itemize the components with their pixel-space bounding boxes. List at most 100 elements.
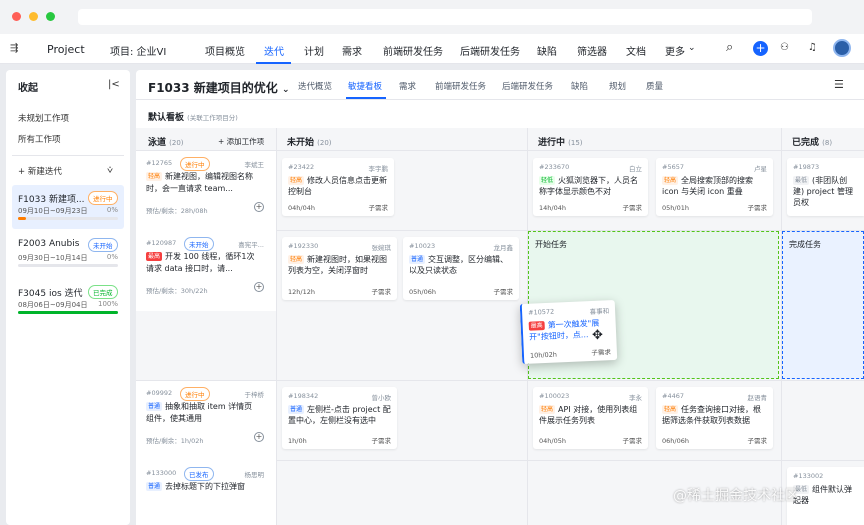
- swimlane-card[interactable]: #133000 已发布 杨思明 普通 去掉标题下的下拉弹窗: [136, 461, 276, 525]
- project-select[interactable]: 项目: 企业VI: [110, 43, 166, 58]
- nav-tab-docs[interactable]: 文档: [626, 43, 646, 58]
- nav-tab-filters[interactable]: 筛选器: [577, 43, 607, 58]
- add-subitem-icon[interactable]: +: [254, 202, 264, 212]
- iteration-item[interactable]: F3045 ios 迭代 已完成 08月06日~09月04日 100%: [12, 279, 124, 323]
- estimate-text: 1h/0h: [288, 437, 307, 445]
- priority-tag: 轻高: [662, 176, 679, 185]
- item-id: #12765: [146, 159, 173, 167]
- task-card[interactable]: #4467 赵语青 轻高 任务查询接口对接，根据筛选条件获取列表数据 06h/06h…: [656, 387, 773, 449]
- iteration-name: F2003 Anubis: [18, 239, 80, 249]
- search-icon[interactable]: ⌕: [726, 41, 733, 54]
- task-card[interactable]: #198342 曾小欧 普通 左侧栏-点击 project 配置中心，左侧栏没有选中…: [282, 387, 397, 449]
- drop-zone-finish[interactable]: 完成任务: [782, 231, 864, 379]
- plus-icon: +: [18, 167, 28, 177]
- swimlane-card[interactable]: #09992 进行中 于梓桥 普通 抽象和抽取 item 详情页组件，使其通用 预…: [136, 381, 276, 461]
- minimize-window-dot[interactable]: [29, 12, 38, 21]
- status-badge[interactable]: 未开始: [184, 237, 214, 251]
- iteration-item[interactable]: F2003 Anubis 未开始 09月30日~10月14日 0%: [12, 232, 124, 276]
- add-user-icon[interactable]: ⚇: [780, 42, 789, 54]
- nav-tab-frontend[interactable]: 前端研发任务: [383, 43, 443, 58]
- nav-tab-iteration[interactable]: 迭代: [264, 43, 284, 58]
- subtab-frontend[interactable]: 前端研发任务: [435, 80, 486, 92]
- list-view-icon[interactable]: ☰: [834, 79, 844, 91]
- owner-name: 白立: [629, 165, 642, 173]
- task-card[interactable]: #192330 张婉琪 轻高 新建视图时，如果视图列表为空，关闭浮窗时 12h/12…: [282, 237, 397, 300]
- priority-tag: 轻高: [146, 172, 163, 181]
- status-badge[interactable]: 进行中: [180, 157, 210, 171]
- status-badge: 未开始: [88, 238, 118, 252]
- status-badge: 进行中: [88, 191, 118, 205]
- nav-tab-more[interactable]: 更多: [665, 43, 685, 58]
- subtab-agile-board[interactable]: 敏捷看板: [348, 80, 382, 92]
- app-title: Project: [47, 43, 85, 56]
- item-id: #100023: [539, 392, 570, 400]
- nav-tab-requirements[interactable]: 需求: [342, 43, 362, 58]
- task-card[interactable]: #5657 卢星 轻高 全局搜索顶部的搜索 icon 与关闭 icon 重叠 05h…: [656, 158, 773, 216]
- progress-fill: [18, 311, 118, 314]
- owner-name: 张婉琪: [371, 244, 392, 252]
- add-subitem-icon[interactable]: +: [254, 282, 264, 292]
- task-card[interactable]: #19873 最低 (非团队创建) project 管理员权: [787, 158, 864, 216]
- item-type: 子需求: [747, 437, 768, 445]
- item-title: 新建视图，编辑视图名称时，会一直请求 team...: [146, 172, 254, 193]
- priority-tag: 最高: [146, 252, 163, 261]
- priority-tag: 轻高: [288, 176, 305, 185]
- menu-toggle-icon[interactable]: ⇶: [10, 43, 18, 55]
- address-bar[interactable]: [78, 9, 812, 25]
- item-type: 子需求: [371, 437, 392, 445]
- owner-name: 杨思明: [244, 471, 265, 479]
- status-badge[interactable]: 进行中: [180, 387, 210, 401]
- collapse-icon[interactable]: |<: [108, 79, 120, 91]
- page-title[interactable]: F1033 新建项目的优化 ⌄: [148, 79, 290, 96]
- swimlane-card[interactable]: #12765 进行中 李斌王 轻高 新建视图，编辑视图名称时，会一直请求 team…: [136, 151, 276, 231]
- chevron-down-icon: ⌄: [281, 85, 290, 95]
- item-id: #4467: [662, 392, 684, 400]
- filter-icon[interactable]: ⩒: [107, 165, 113, 177]
- item-id: #09992: [146, 389, 173, 397]
- iteration-sidebar: 收起 |< 未规划工作项 所有工作项 + 新建迭代 ⩒ F1033 新建项...…: [6, 70, 130, 525]
- subtab-backend[interactable]: 后端研发任务: [502, 80, 553, 92]
- chevron-down-icon: ⌄: [688, 43, 696, 53]
- status-badge[interactable]: 已发布: [184, 467, 214, 481]
- add-subitem-icon[interactable]: +: [254, 432, 264, 442]
- close-window-dot[interactable]: [12, 12, 21, 21]
- avatar[interactable]: [833, 39, 851, 57]
- nav-tab-backend[interactable]: 后端研发任务: [460, 43, 520, 58]
- item-id: #10023: [409, 242, 436, 250]
- item-id: #120987: [146, 239, 177, 247]
- item-title: 开发 100 线程，循环1次请求 data 接口时，请...: [146, 252, 255, 273]
- subtab-bugs[interactable]: 缺陷: [571, 80, 588, 92]
- task-card[interactable]: #23422 李宇鹏 轻高 修改人员信息点击更新控制台 04h/04h 子需求: [282, 158, 394, 216]
- maximize-window-dot[interactable]: [46, 12, 55, 21]
- task-card[interactable]: #10023 龙月鑫 普通 交互调整，区分编辑、以及只读状态 05h/06h 子需求: [403, 237, 519, 300]
- item-type: 子需求: [622, 204, 643, 212]
- new-iteration-button[interactable]: + 新建迭代: [18, 165, 62, 177]
- drop-zone-label: 完成任务: [789, 240, 821, 249]
- task-card[interactable]: #233670 白立 轻低 火狐浏览器下，人员名称字体显示颜色不对 14h/04h 子…: [533, 158, 648, 216]
- subtab-planning[interactable]: 规划: [609, 80, 626, 92]
- nav-tab-overview[interactable]: 项目概览: [205, 43, 245, 58]
- subtab-overview[interactable]: 迭代概览: [298, 80, 332, 92]
- column-count: (15): [568, 139, 583, 147]
- task-card[interactable]: #100023 李永 轻高 API 对接，使用列表组件展示任务列表 04h/05h 子…: [533, 387, 648, 449]
- column-label: 泳道: [148, 138, 167, 148]
- add-button[interactable]: +: [753, 41, 768, 56]
- status-badge: 已完成: [88, 285, 118, 299]
- column-head-in-progress: 进行中 (15): [530, 128, 583, 150]
- add-work-item-button[interactable]: + 添加工作项: [210, 128, 264, 150]
- subtab-quality[interactable]: 质量: [646, 80, 663, 92]
- sidebar-item-all[interactable]: 所有工作项: [18, 133, 61, 145]
- iteration-dates: 08月06日~09月04日: [18, 301, 88, 309]
- swimlane-card[interactable]: #120987 未开始 喜宪平... 最高 开发 100 线程，循环1次请求 da…: [136, 231, 276, 311]
- iteration-name: F3045 ios 迭代: [18, 289, 83, 299]
- subtab-requirements[interactable]: 需求: [399, 80, 416, 92]
- nav-tab-bugs[interactable]: 缺陷: [537, 43, 557, 58]
- priority-tag: 普通: [288, 405, 305, 414]
- estimate-text: 14h/04h: [539, 204, 566, 212]
- bell-icon[interactable]: ♫: [808, 42, 817, 54]
- iteration-item[interactable]: F1033 新建项... 进行中 09月10日~09月23日 0%: [12, 185, 124, 229]
- sidebar-title[interactable]: 收起: [18, 79, 38, 94]
- new-iteration-label: 新建迭代: [27, 167, 62, 177]
- nav-tab-plan[interactable]: 计划: [304, 43, 324, 58]
- sidebar-item-unplanned[interactable]: 未规划工作项: [18, 112, 69, 124]
